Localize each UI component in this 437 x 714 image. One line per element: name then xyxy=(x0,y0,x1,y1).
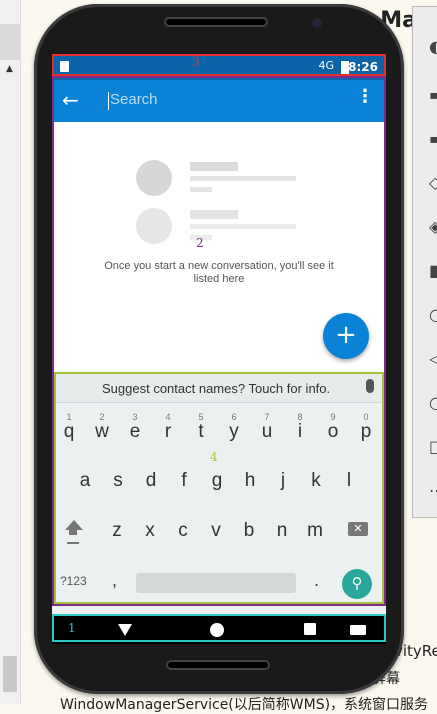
back-icon[interactable]: ◁ xyxy=(429,349,437,368)
top-speaker xyxy=(164,17,268,27)
more-icon[interactable]: ⋯ xyxy=(429,481,437,500)
rotate-right-icon[interactable]: ◈ xyxy=(429,217,437,236)
power-icon[interactable]: ◐ xyxy=(429,37,437,56)
annotation-box-keyboard xyxy=(54,372,384,604)
annotation-box-navigation xyxy=(52,614,386,642)
home-icon[interactable]: ○ xyxy=(429,393,437,412)
background-text-line3: WindowManagerService(以后简称WMS)，系统窗口服务 xyxy=(60,697,429,713)
scroll-up-icon[interactable]: ▲ xyxy=(6,64,13,74)
zoom-icon[interactable]: ○ xyxy=(429,305,437,324)
camera-icon[interactable]: ■ xyxy=(429,261,437,280)
page-scrollbar[interactable]: ▲ xyxy=(0,0,21,704)
annotation-box-status-bar xyxy=(52,54,386,76)
bottom-speaker xyxy=(166,660,270,670)
rotate-left-icon[interactable]: ◇ xyxy=(429,173,437,192)
scrollbar-thumb[interactable] xyxy=(3,656,17,692)
volume-up-icon[interactable]: ▬ xyxy=(429,85,437,104)
front-camera xyxy=(312,18,322,28)
annotation-label-2: 2 xyxy=(196,236,204,250)
annotation-label-4: 4 xyxy=(210,450,218,464)
volume-down-icon[interactable]: ▬ xyxy=(429,129,437,148)
scrollbar-track-top xyxy=(0,24,20,60)
emulator-side-toolbar: ◐ ▬ ▬ ◇ ◈ ■ ○ ◁ ○ □ ⋯ xyxy=(412,6,437,518)
annotation-label-1: 1 xyxy=(68,621,76,635)
annotation-label-3: 3 xyxy=(192,55,200,69)
overview-icon[interactable]: □ xyxy=(429,437,437,456)
